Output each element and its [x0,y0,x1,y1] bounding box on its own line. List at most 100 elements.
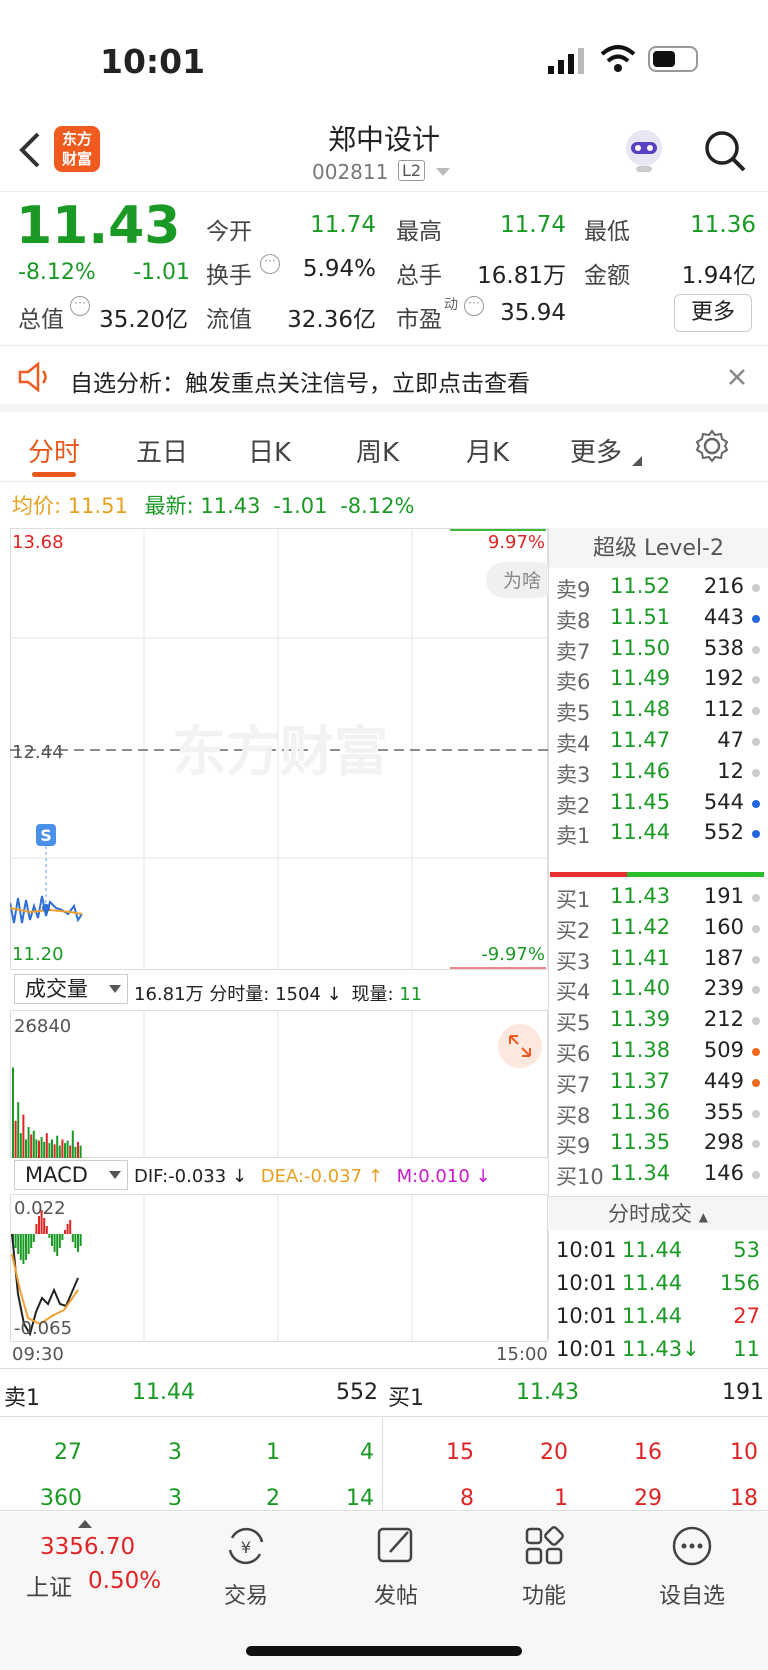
buy-volume: 509 [703,1038,744,1062]
sell-row[interactable]: 卖4 11.47 47 [548,726,766,758]
more-button[interactable]: 更多 [674,294,752,332]
buy-row[interactable]: 买1 11.43 191 [548,882,766,914]
buy-row[interactable]: 买2 11.42 160 [548,913,766,945]
buy-row[interactable]: 买3 11.41 187 [548,944,766,976]
queue-cell: 20 [540,1440,568,1465]
volume-label: 总手 [396,263,442,289]
sell-row[interactable]: 卖8 11.51 443 [548,603,766,635]
level2-title[interactable]: 超级 Level-2 [549,528,768,568]
sell-row[interactable]: 卖7 11.50 538 [548,634,766,666]
info-icon[interactable]: ··· [70,296,90,316]
buy-row[interactable]: 买6 11.38 509 [548,1036,766,1068]
sell-volume: 192 [703,666,744,691]
notice-banner[interactable]: 自选分析：触发重点关注信号，立即点击查看 [0,346,768,412]
settings-icon[interactable] [694,428,730,464]
index-pct[interactable]: 0.50% [88,1568,161,1594]
float-value: 32.36亿 [287,307,376,333]
nav-add-watchlist[interactable]: 设自选 [642,1524,742,1610]
queue-cell: 3 [168,1486,182,1511]
macd-chart[interactable]: 0.022 -0.065 [10,1194,548,1342]
dropdown-icon[interactable] [436,168,450,178]
close-icon[interactable] [728,368,746,386]
tab-daily-k[interactable]: 日K [248,432,291,469]
ticks-title[interactable]: 分时成交 ▲ [548,1196,768,1230]
buy-level-label: 买5 [556,1011,591,1036]
sell-price: 11.50 [610,635,671,660]
pct-max-label: 9.97% [488,532,545,553]
s-marker[interactable]: S [40,826,52,845]
info-icon[interactable]: ··· [260,254,280,274]
sell-row[interactable]: 卖9 11.52 216 [548,572,766,604]
nav-functions-label: 功能 [521,1584,566,1609]
tick-price: 11.44 [622,1304,683,1328]
sell-volume: 552 [703,820,744,845]
now-vol-label: 现量: [351,984,394,1005]
queue-cell: 29 [634,1486,662,1511]
hint-bubble[interactable]: 为啥 [503,570,541,592]
tick-volume: 53 [733,1238,760,1262]
buy-volume: 212 [703,1007,744,1032]
home-indicator[interactable] [246,1646,522,1656]
buy-price: 11.39 [610,1007,671,1032]
order-dot-icon [752,645,760,654]
tick-time: 10:01 [556,1337,617,1361]
macd-selector[interactable]: MACD [14,1160,128,1190]
buy-volume: 187 [703,945,744,970]
tab-intraday[interactable]: 分时 [28,432,80,469]
buy-level-label: 买4 [556,980,591,1005]
queue-cell: 27 [54,1440,82,1465]
info-icon[interactable]: ··· [464,296,484,316]
volume-chart[interactable]: 26840 [10,1010,548,1158]
buy-row[interactable]: 买9 11.35 298 [548,1128,766,1160]
buy-row[interactable]: 买8 11.36 355 [548,1098,766,1130]
intraday-chart[interactable]: S 东方财富 13.68 12.44 11.20 9.97% -9.97% 为啥 [10,528,548,970]
sell-row[interactable]: 卖5 11.48 112 [548,695,766,727]
sell-volume: 47 [717,728,744,752]
bottom-sell-label: 卖1 [4,1386,40,1411]
tab-weekly-k[interactable]: 周K [356,432,399,469]
tab-more[interactable]: 更多 [570,432,622,469]
latest-label: 最新: [144,494,194,518]
sell-row[interactable]: 卖3 11.46 12 [548,757,766,789]
buy-price: 11.41 [610,945,671,970]
queue-cell: 1 [266,1440,280,1465]
watermark: 东方财富 [172,720,388,783]
low-value: 11.36 [690,212,756,238]
buy-row[interactable]: 买4 11.40 239 [548,974,766,1006]
robot-assistant-icon[interactable] [620,126,668,174]
sell-row[interactable]: 卖2 11.45 544 [548,788,766,820]
buy-level-label: 买9 [556,1134,591,1159]
tab-monthly-k[interactable]: 月K [466,432,509,469]
notice-text: 自选分析：触发重点关注信号，立即点击查看 [70,371,530,397]
order-dot-icon [752,830,760,839]
sell-level-label: 卖1 [556,824,591,849]
nav-add-watchlist-label: 设自选 [658,1584,725,1609]
nav-post[interactable]: 发帖 [346,1524,446,1610]
sell-price: 11.52 [610,574,671,598]
search-icon[interactable] [704,130,748,174]
queue-cell: 15 [446,1440,474,1465]
order-dot-icon [752,955,760,964]
tick-time: 10:01 [556,1304,617,1328]
buy-level-label: 买10 [556,1165,604,1190]
svg-text:¥: ¥ [241,1538,251,1557]
index-name[interactable]: 上证 [26,1568,72,1602]
buy-row[interactable]: 买5 11.39 212 [548,1005,766,1037]
nav-trade[interactable]: ¥ 交易 [196,1524,296,1610]
macd-m: M:0.010 [396,1166,470,1187]
index-value[interactable]: 3356.70 [40,1534,135,1560]
sell-row[interactable]: 卖1 11.44 552 [548,818,766,850]
mcap-value: 35.20亿 [99,307,188,333]
buy-row[interactable]: 买10 11.34 146 [548,1159,766,1191]
volume-selector[interactable]: 成交量 [14,974,128,1004]
buy-row[interactable]: 买7 11.37 449 [548,1067,766,1099]
nav-functions[interactable]: 功能 [494,1524,594,1610]
buy-volume: 160 [703,914,744,939]
tab-five-day[interactable]: 五日 [136,432,188,469]
bottom-buy-price: 11.43 [516,1380,579,1405]
triangle-up-icon[interactable] [78,1518,92,1528]
tick-time: 10:01 [556,1271,617,1295]
queue-cell: 2 [266,1486,280,1511]
bottom-buy-vol: 191 [722,1380,764,1405]
sell-row[interactable]: 卖6 11.49 192 [548,664,766,696]
